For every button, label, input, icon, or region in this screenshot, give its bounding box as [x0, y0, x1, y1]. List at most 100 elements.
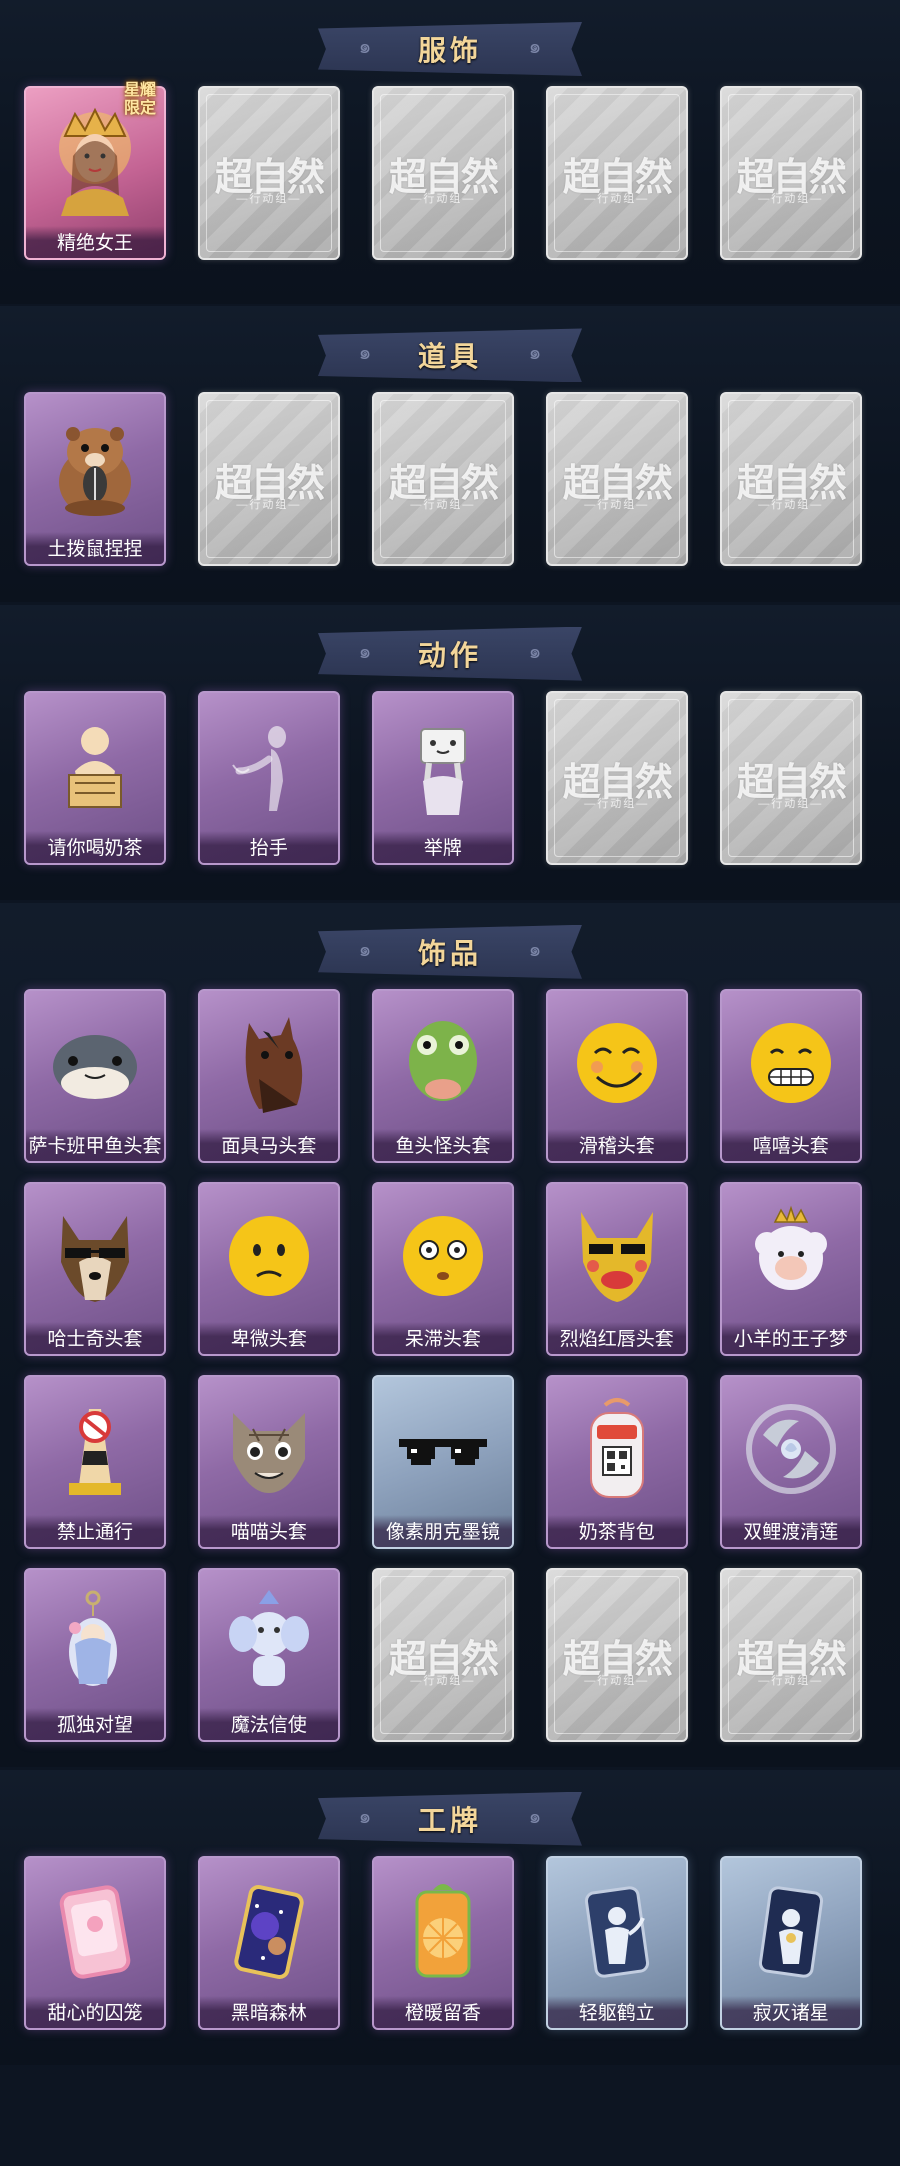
placeholder-watermark-sub: —行动组—: [758, 797, 824, 810]
item-label: 嘻嘻头套: [721, 1128, 860, 1161]
swirl-ornament-icon: ๑: [358, 640, 372, 663]
section-4: ๑ 工牌 ๑ 甜心的囚笼 黑暗森林 橙暖留香 轻躯鹤立 寂灭诸星: [0, 1769, 900, 2066]
item-label: 甜心的囚笼: [26, 1995, 164, 2028]
swirl-ornament-icon: ๑: [528, 938, 542, 961]
section-banner: ๑ 饰品 ๑: [318, 924, 582, 979]
item-label: 面具马头套: [199, 1128, 338, 1161]
charm-pendant-icon: [40, 1588, 150, 1698]
sheep-prince-icon: [736, 1202, 846, 1312]
limited-badge: 星耀 限定: [123, 81, 156, 117]
item-label: 双鲤渡清莲: [721, 1515, 860, 1548]
item-card[interactable]: 呆滞头套: [371, 1181, 514, 1356]
item-label: 请你喝奶茶: [26, 830, 164, 863]
empty-slot-card[interactable]: 超自然 —行动组—: [545, 392, 688, 567]
placeholder-watermark-sub: —行动组—: [758, 1675, 824, 1688]
placeholder-watermark-sub: —行动组—: [410, 192, 476, 205]
item-label: 禁止通行: [26, 1515, 164, 1548]
husky-mask-icon: [40, 1202, 150, 1312]
placeholder-watermark-sub: —行动组—: [584, 797, 650, 810]
item-card[interactable]: 像素朋克墨镜: [371, 1375, 514, 1550]
empty-slot-card[interactable]: 超自然 —行动组—: [545, 85, 688, 260]
swirl-ornament-icon: ๑: [358, 938, 372, 961]
item-card[interactable]: 甜心的囚笼: [24, 1855, 166, 2030]
groundhog-icon: [40, 412, 150, 522]
empty-slot-card[interactable]: 超自然 —行动组—: [197, 85, 340, 260]
item-card[interactable]: 轻躯鹤立: [545, 1855, 688, 2030]
empty-slot-card[interactable]: 超自然 —行动组—: [719, 85, 862, 260]
item-card[interactable]: 抬手: [197, 690, 340, 865]
placeholder-watermark-sub: —行动组—: [758, 192, 824, 205]
pixel-sunglasses-icon: [388, 1395, 498, 1505]
section-title: 服饰: [417, 35, 482, 66]
section-2: ๑动作๑ 请你喝奶茶 抬手 举牌 超自然 —行动组— 超自然 —行动组—: [0, 604, 900, 900]
item-label: 烈焰红唇头套: [547, 1321, 686, 1354]
placeholder-watermark-sub: —行动组—: [236, 192, 302, 205]
item-card[interactable]: 面具马头套: [197, 988, 340, 1163]
orange-badge-icon: [388, 1876, 498, 1986]
item-card[interactable]: 孤独对望: [24, 1568, 166, 1743]
item-card[interactable]: 魔法信使: [197, 1568, 340, 1743]
swirl-ornament-icon: ๑: [358, 36, 372, 58]
item-card[interactable]: 嘻嘻头套: [719, 988, 862, 1163]
item-label: 土拨鼠捏捏: [26, 532, 164, 565]
milktea-backpack-icon: [562, 1395, 672, 1505]
placeholder-watermark-sub: —行动组—: [584, 1675, 650, 1688]
item-card[interactable]: 哈士奇头套: [24, 1181, 166, 1356]
milktea-gesture-icon: [40, 711, 150, 821]
empty-slot-card[interactable]: 超自然 —行动组—: [719, 690, 862, 865]
item-card[interactable]: 鱼头怪头套: [371, 988, 514, 1163]
item-card[interactable]: 烈焰红唇头套: [545, 1181, 688, 1356]
item-card[interactable]: 双鲤渡清莲: [719, 1375, 862, 1550]
placeholder-watermark-sub: —行动组—: [758, 499, 824, 512]
item-label: 轻躯鹤立: [547, 1995, 686, 2028]
raise-hand-icon: [214, 711, 324, 821]
swirl-ornament-icon: ๑: [358, 1805, 372, 1828]
item-label: 魔法信使: [199, 1708, 338, 1741]
item-card[interactable]: 土拨鼠捏捏: [24, 392, 166, 567]
empty-slot-card[interactable]: 超自然 —行动组—: [371, 392, 514, 567]
item-label: 小羊的王子梦: [721, 1321, 860, 1354]
empty-slot-card[interactable]: 超自然 —行动组—: [719, 392, 862, 567]
section-banner: ๑ 服饰 ๑: [318, 22, 582, 76]
item-card[interactable]: 滑稽头套: [545, 988, 688, 1163]
section-banner: ๑ 动作 ๑: [318, 626, 582, 681]
item-card[interactable]: 萨卡班甲鱼头套: [24, 988, 166, 1163]
item-label: 滑稽头套: [547, 1128, 686, 1161]
item-card[interactable]: 喵喵头套: [197, 1375, 340, 1550]
humble-emoji-icon: [214, 1202, 324, 1312]
empty-slot-card[interactable]: 超自然 —行动组—: [719, 1568, 862, 1743]
star-badge-icon: [736, 1876, 846, 1986]
galaxy-badge-icon: [214, 1876, 324, 1986]
item-card[interactable]: 禁止通行: [24, 1375, 166, 1550]
fishhead-mask-icon: [388, 1009, 498, 1119]
item-card[interactable]: 举牌: [371, 690, 514, 865]
empty-slot-card[interactable]: 超自然 —行动组—: [371, 1568, 514, 1743]
swirl-ornament-icon: ๑: [528, 1805, 542, 1828]
item-label: 卑微头套: [199, 1321, 338, 1354]
koi-lotus-icon: [736, 1395, 846, 1505]
item-card[interactable]: 小羊的王子梦: [719, 1181, 862, 1356]
item-card[interactable]: 橙暖留香: [371, 1855, 514, 2030]
placeholder-watermark-sub: —行动组—: [236, 499, 302, 512]
empty-slot-card[interactable]: 超自然 —行动组—: [371, 85, 514, 260]
item-label: 哈士奇头套: [26, 1321, 164, 1354]
item-card[interactable]: 精绝女王 星耀 限定: [24, 82, 166, 260]
item-card[interactable]: 请你喝奶茶: [24, 690, 166, 865]
placeholder-watermark-sub: —行动组—: [410, 1675, 476, 1688]
empty-slot-card[interactable]: 超自然 —行动组—: [197, 392, 340, 567]
funny-emoji-icon: [562, 1009, 672, 1119]
section-title: 工牌: [417, 1804, 482, 1836]
empty-slot-card[interactable]: 超自然 —行动组—: [545, 1568, 688, 1743]
swirl-ornament-icon: ๑: [528, 342, 542, 365]
empty-slot-card[interactable]: 超自然 —行动组—: [545, 690, 688, 865]
item-label: 像素朋克墨镜: [373, 1515, 512, 1548]
item-label: 奶茶背包: [547, 1515, 686, 1548]
item-card[interactable]: 卑微头套: [197, 1181, 340, 1356]
section-banner: ๑ 工牌 ๑: [318, 1791, 582, 1846]
item-card[interactable]: 黑暗森林: [197, 1855, 340, 2030]
item-card[interactable]: 寂灭诸星: [719, 1855, 862, 2030]
dazed-emoji-icon: [388, 1202, 498, 1312]
item-card[interactable]: 奶茶背包: [545, 1375, 688, 1550]
swirl-ornament-icon: ๑: [528, 36, 542, 58]
item-label: 抬手: [199, 830, 338, 863]
